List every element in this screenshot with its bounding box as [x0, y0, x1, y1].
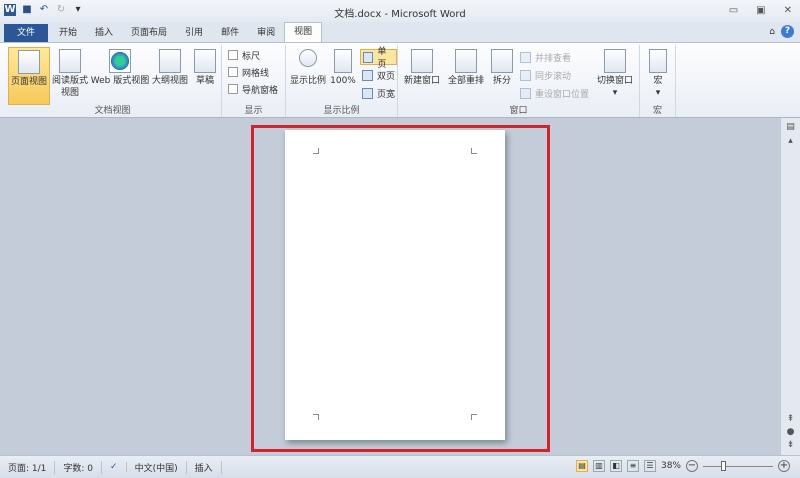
window-title: 文档.docx - Microsoft Word	[334, 9, 466, 20]
ruler-checkbox[interactable]: 标尺	[228, 47, 260, 63]
navigation-pane-checkbox[interactable]: 导航窗格	[228, 81, 278, 97]
arrange-all-icon	[455, 49, 477, 73]
book-icon	[59, 49, 81, 73]
web-layout-button[interactable]: Web 版式视图	[90, 47, 150, 87]
zoom-100-button[interactable]: 100%	[328, 47, 358, 87]
group-label: 宏	[652, 106, 662, 116]
draft-view-icon[interactable]: ☰	[643, 460, 656, 472]
one-page-button[interactable]: 单页	[360, 47, 397, 70]
macros-icon	[649, 49, 667, 73]
highlight-rectangle	[251, 125, 550, 452]
chevron-down-icon: ▾	[612, 88, 618, 98]
tab-view[interactable]: 视图	[284, 22, 323, 42]
tab-references[interactable]: 引用	[176, 24, 212, 42]
group-show: 标尺 网格线 导航窗格 显示	[222, 45, 286, 117]
gridlines-checkbox[interactable]: 网格线	[228, 64, 269, 80]
view-side-by-side-button[interactable]: 并排查看	[520, 49, 571, 65]
page-width-button[interactable]: 页宽	[362, 85, 395, 101]
tab-insert[interactable]: 插入	[86, 24, 122, 42]
draft-button[interactable]: 草稿	[190, 47, 220, 87]
language[interactable]: 中文(中国)	[127, 460, 187, 474]
new-window-icon	[411, 49, 433, 73]
print-layout-button[interactable]: 页面视图	[8, 47, 50, 105]
zoom-button[interactable]: 显示比例	[288, 47, 328, 87]
group-zoom: 显示比例 100% 单页 双页 页宽 显示比例	[286, 45, 398, 117]
tab-page-layout[interactable]: 页面布局	[122, 24, 176, 42]
zoom-in-button[interactable]: +	[778, 460, 790, 472]
minimize-button[interactable]: ▭	[729, 5, 738, 16]
close-button[interactable]: ✕	[784, 5, 792, 16]
new-window-button[interactable]: 新建窗口	[400, 47, 444, 87]
group-label: 文档视图	[94, 106, 131, 116]
reset-window-position-button[interactable]: 重设窗口位置	[520, 85, 589, 101]
page-100-icon	[334, 49, 352, 73]
reading-view-icon[interactable]: ▥	[592, 460, 605, 472]
group-label: 窗口	[509, 106, 528, 116]
status-bar: 页面: 1/1 字数: 0 ✓ 中文(中国) 插入 ▤ ▥ ◧ ≡ ☰ 38% …	[0, 455, 800, 478]
vertical-scrollbar[interactable]: ▤ ▴ ⇞ ● ⇟	[780, 118, 800, 455]
zoom-level[interactable]: 38%	[661, 461, 681, 471]
page-count[interactable]: 页面: 1/1	[0, 460, 56, 474]
tab-mailings[interactable]: 邮件	[212, 24, 248, 42]
minimize-ribbon-icon[interactable]: ⌂	[769, 27, 775, 37]
ribbon-tabs: 文件 开始 插入 页面布局 引用 邮件 审阅 视图	[0, 22, 800, 42]
document-area[interactable]	[0, 118, 780, 455]
help-icon[interactable]: ?	[781, 25, 794, 38]
restore-button[interactable]: ▣	[756, 5, 765, 16]
title-bar: W ■ ↶ ↻ ▾ 文档.docx - Microsoft Word ▭ ▣ ✕	[0, 0, 800, 22]
synchronous-scrolling-button[interactable]: 同步滚动	[520, 67, 571, 83]
ruler-toggle-icon[interactable]: ▤	[784, 122, 797, 132]
web-view-icon[interactable]: ◧	[609, 460, 622, 472]
group-label: 显示	[244, 106, 263, 116]
draft-icon	[194, 49, 216, 73]
tab-home[interactable]: 开始	[50, 24, 86, 42]
group-document-views: 页面视图 阅读版式 视图 Web 版式视图 大纲视图 草稿 文档视图	[4, 45, 222, 117]
switch-windows-icon	[604, 49, 626, 73]
outline-button[interactable]: 大纲视图	[150, 47, 190, 87]
switch-windows-button[interactable]: 切换窗口 ▾	[594, 47, 636, 99]
two-pages-button[interactable]: 双页	[362, 67, 395, 83]
macros-button[interactable]: 宏 ▾	[644, 47, 672, 99]
zoom-out-button[interactable]: −	[686, 460, 698, 472]
chevron-down-icon: ▾	[655, 88, 661, 98]
zoom-slider[interactable]	[703, 460, 773, 471]
print-layout-view-icon[interactable]: ▤	[575, 460, 588, 472]
browse-object-icon[interactable]: ●	[784, 427, 797, 437]
group-macros: 宏 ▾ 宏	[640, 45, 676, 117]
scroll-up-icon[interactable]: ▴	[784, 136, 797, 146]
word-count[interactable]: 字数: 0	[55, 460, 103, 474]
tab-file[interactable]: 文件	[4, 24, 48, 42]
ribbon: 页面视图 阅读版式 视图 Web 版式视图 大纲视图 草稿 文档视图 标尺 网格…	[0, 42, 800, 118]
outline-view-icon[interactable]: ≡	[626, 460, 639, 472]
arrange-all-button[interactable]: 全部重排	[444, 47, 488, 87]
next-page-icon[interactable]: ⇟	[784, 440, 797, 450]
split-button[interactable]: 拆分	[488, 47, 516, 87]
full-screen-reading-button[interactable]: 阅读版式 视图	[50, 47, 90, 99]
group-window: 新建窗口 全部重排 拆分 并排查看 同步滚动 重设窗口位置 切换窗口 ▾ 窗口	[398, 45, 640, 117]
tab-review[interactable]: 审阅	[248, 24, 284, 42]
split-icon	[491, 49, 513, 73]
proofing-icon[interactable]: ✓	[102, 462, 127, 472]
outline-icon	[159, 49, 181, 73]
group-label: 显示比例	[323, 106, 360, 116]
previous-page-icon[interactable]: ⇞	[784, 414, 797, 424]
globe-icon	[109, 49, 131, 73]
insert-mode[interactable]: 插入	[187, 460, 222, 474]
magnifier-icon	[299, 49, 317, 67]
page-icon	[18, 50, 40, 74]
